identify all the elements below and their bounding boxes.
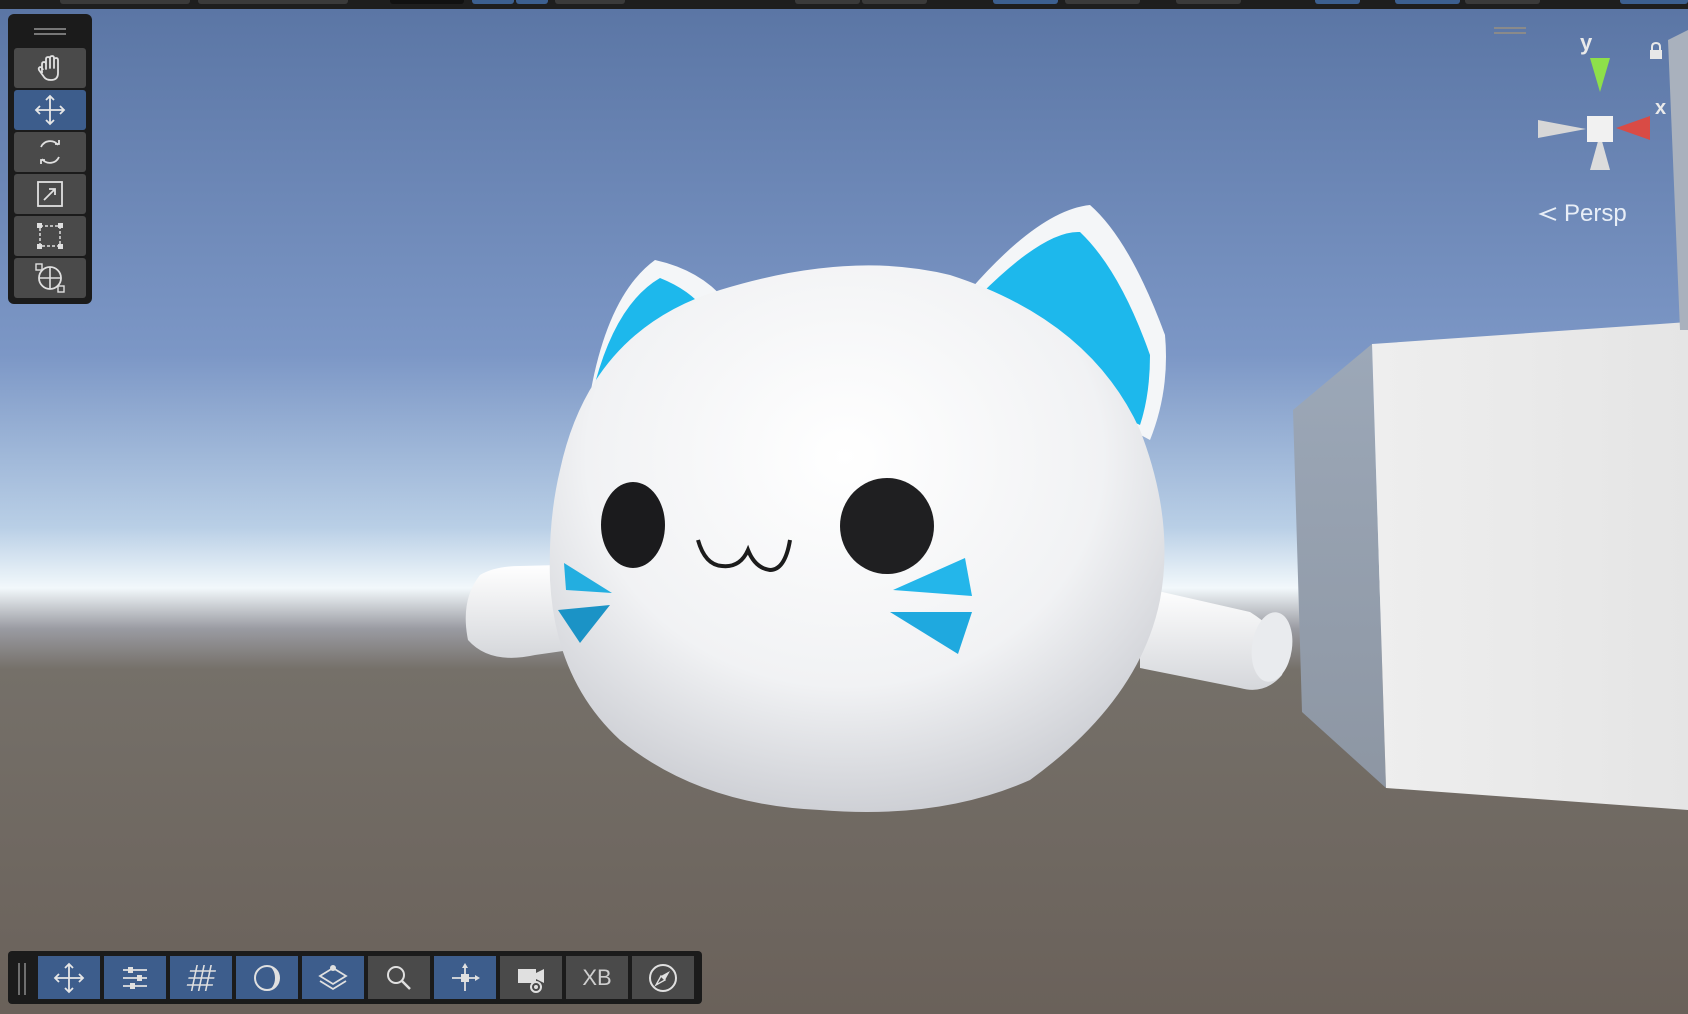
scale-tool-button[interactable]: [14, 174, 86, 214]
overlay-shading-button[interactable]: [236, 956, 298, 999]
move-tool-button[interactable]: [14, 90, 86, 130]
layers-icon: [318, 964, 348, 990]
gizmo-x-label: x: [1655, 97, 1667, 119]
rotate-icon: [40, 140, 60, 164]
move-arrows-icon: [34, 94, 66, 126]
palette-drag-handle-line: [34, 33, 66, 35]
overlay-gizmos-button[interactable]: [434, 956, 496, 999]
overlay-xb-button[interactable]: XB: [566, 956, 628, 999]
projection-toggle[interactable]: Persp: [1538, 200, 1627, 228]
gizmo-y-label: y: [1580, 30, 1593, 55]
cat-left-eye: [601, 482, 665, 568]
overlay-search-button[interactable]: [368, 956, 430, 999]
cat-right-eye: [840, 478, 934, 574]
overlay-move-button[interactable]: [38, 956, 100, 999]
lock-icon[interactable]: [1648, 42, 1664, 60]
rotate-tool-button[interactable]: [14, 132, 86, 172]
rect-tool-button[interactable]: [14, 216, 86, 256]
scene-render[interactable]: [0, 0, 1688, 1014]
overlay-camera-button[interactable]: [500, 956, 562, 999]
tool-palette: [8, 14, 92, 304]
transform-tool-button[interactable]: [14, 258, 86, 298]
overlay-drag-handle[interactable]: [1494, 27, 1526, 35]
search-icon: [387, 965, 411, 990]
hand-tool-button[interactable]: [14, 48, 86, 88]
overlay-compass-button[interactable]: [632, 956, 694, 999]
cube-front-face: [1372, 322, 1688, 810]
sliders-icon: [123, 966, 147, 989]
xb-label: XB: [582, 964, 612, 990]
chevron-left-icon: [1538, 207, 1557, 221]
scene-viewport[interactable]: y x Persp XB: [0, 0, 1688, 1014]
move-arrows-icon: [53, 962, 85, 993]
gizmos-icon: [452, 962, 480, 991]
hand-icon: [37, 55, 59, 81]
palette-drag-handle[interactable]: [34, 28, 66, 30]
moon-shading-icon: [254, 964, 280, 991]
overlay-layers-button[interactable]: [302, 956, 364, 999]
gizmo-neg-x-cone: [1538, 120, 1586, 138]
scale-icon: [37, 181, 63, 207]
transform-all-icon: [35, 263, 65, 293]
gizmo-x-cone: [1616, 116, 1650, 140]
camera-icon: [518, 968, 544, 993]
rect-transform-icon: [37, 223, 63, 249]
overlay-grid-button[interactable]: [170, 956, 232, 999]
gizmo-center-cube: [1587, 116, 1613, 142]
compass-icon: [649, 963, 677, 992]
scene-overlay-toolbar: XB: [8, 951, 702, 1004]
gizmo-y-cone: [1590, 58, 1610, 92]
overlay-settings-button[interactable]: [104, 956, 166, 999]
grid-icon: [186, 964, 217, 991]
top-toolbar-strip: [0, 0, 1688, 9]
toolbar-grip[interactable]: [18, 963, 20, 995]
toolbar-grip-line: [24, 963, 26, 995]
projection-label: Persp: [1564, 200, 1627, 227]
